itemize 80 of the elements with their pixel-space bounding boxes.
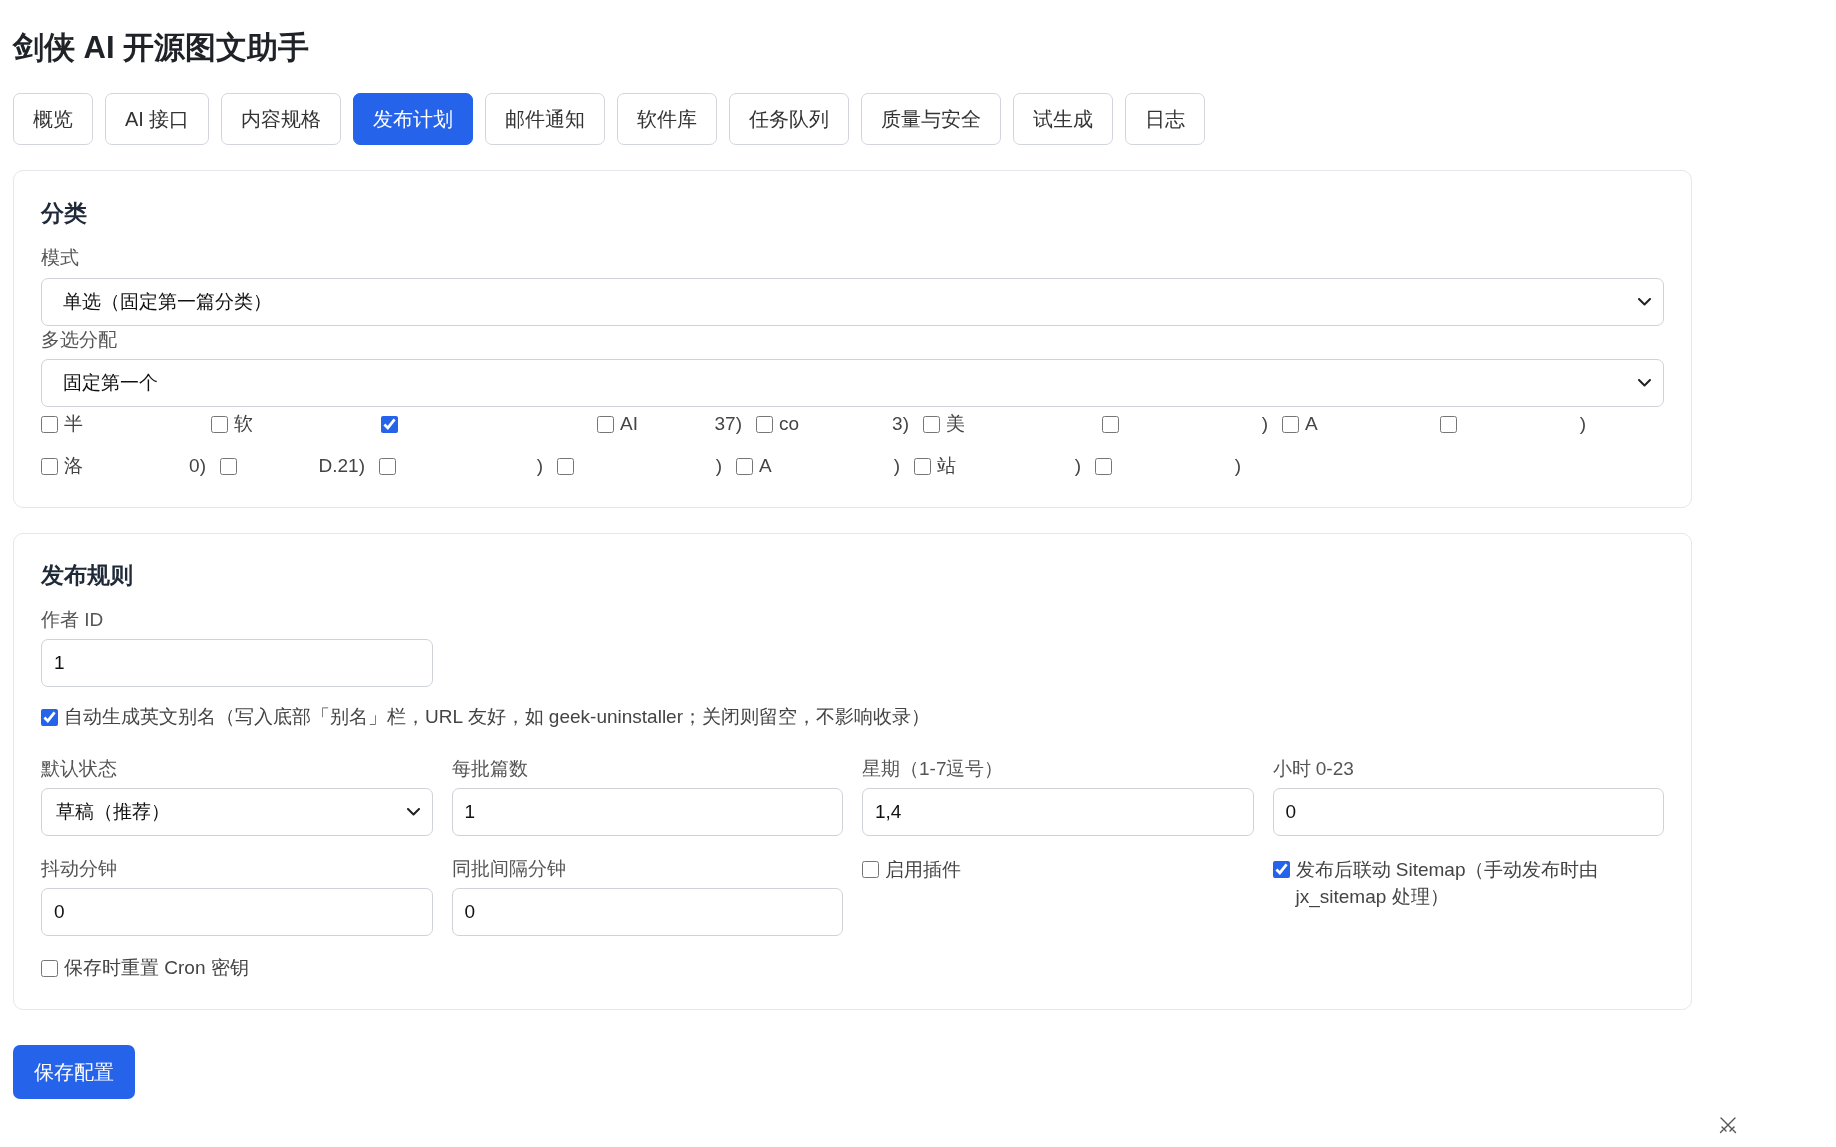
number-input[interactable]: 1 (451, 788, 843, 836)
author-id-input[interactable]: 1 (41, 639, 433, 687)
category-label: 洛 (64, 454, 83, 478)
category-label: 3) (892, 412, 909, 436)
field-label: 小时 0-23 (1272, 757, 1355, 781)
category-checkbox[interactable] (914, 457, 931, 475)
category-label: co (779, 412, 800, 436)
field-label: 星期（1-7逗号） (862, 757, 1005, 781)
number-input[interactable]: 0 (451, 888, 843, 936)
category-label: ) (1074, 454, 1081, 478)
tab[interactable]: 质量与安全 (861, 93, 1002, 145)
category-checkbox[interactable] (41, 457, 58, 475)
category-label: 站 (937, 454, 956, 478)
category-checkbox[interactable] (736, 457, 753, 475)
chevron-down-icon (406, 808, 420, 816)
field-label: 默认状态 (41, 757, 118, 781)
category-checkbox[interactable] (41, 415, 58, 433)
category-label: A (759, 454, 772, 478)
checkbox[interactable] (41, 959, 58, 977)
category-checkbox[interactable] (1440, 415, 1457, 433)
category-checkbox[interactable] (211, 415, 228, 433)
number-input[interactable]: 0 (1272, 788, 1664, 836)
category-label: AI (620, 412, 638, 436)
category-label: 37) (714, 412, 742, 436)
category-label: ) (893, 454, 900, 478)
tab[interactable]: 概览 (13, 93, 93, 145)
category-label: 软 (234, 412, 253, 436)
category-checkbox[interactable] (1102, 415, 1119, 433)
checkbox-label: 保存时重置 Cron 密钥 (64, 956, 249, 980)
field-label: 模式 (41, 246, 80, 270)
category-label: A (1305, 412, 1318, 436)
mode-select[interactable]: 单选（固定第一篇分类） (41, 278, 1664, 326)
checkbox-label: 发布后联动 Sitemap（手动发布时由 jx_sitemap 处理） (1295, 858, 1600, 910)
number-input[interactable]: 0 (41, 888, 433, 936)
category-label: ) (536, 454, 543, 478)
checkbox-label: 启用插件 (885, 858, 961, 882)
checkbox-label: 自动生成英文别名（写入底部「别名」栏，URL 友好，如 geek-uninstaller；关闭则留空，不影响收录） (64, 705, 930, 729)
section-heading: 发布规则 (41, 561, 134, 589)
crossed-swords-icon (1719, 1116, 1737, 1134)
tab[interactable]: 发布计划 (353, 93, 474, 145)
tab[interactable]: 邮件通知 (485, 93, 606, 145)
category-label: ) (1579, 412, 1586, 436)
tab[interactable]: 任务队列 (729, 93, 850, 145)
field-label: 同批间隔分钟 (451, 857, 567, 881)
category-checkbox[interactable] (557, 457, 574, 475)
category-label: 0) (189, 454, 206, 478)
status-select[interactable]: 草稿（推荐） (41, 788, 433, 836)
field-label: 抖动分钟 (41, 857, 118, 881)
category-label: ) (1261, 412, 1268, 436)
checkbox[interactable] (1272, 861, 1290, 878)
category-label: ) (715, 454, 722, 478)
category-checkbox[interactable] (597, 415, 614, 433)
save-button[interactable]: 保存配置 (13, 1045, 135, 1099)
category-checkbox[interactable] (1095, 457, 1112, 475)
category-checkbox[interactable] (1282, 415, 1299, 433)
app-title: 剑侠 AI 开源图文助手 (13, 29, 311, 67)
tab[interactable]: 试生成 (1013, 93, 1114, 145)
category-checkbox[interactable] (756, 415, 773, 433)
number-input[interactable]: 1,4 (862, 788, 1254, 836)
category-label: 美 (946, 412, 965, 436)
tab[interactable]: 日志 (1125, 93, 1206, 145)
category-checkbox[interactable] (381, 415, 398, 433)
field-label: 多选分配 (41, 328, 118, 352)
multi-assign-select[interactable]: 固定第一个 (41, 359, 1664, 407)
checkbox[interactable] (862, 861, 879, 878)
section-heading: 分类 (41, 199, 88, 227)
category-label: ) (1234, 454, 1241, 478)
chevron-down-icon (1638, 298, 1651, 306)
field-label: 作者 ID (41, 608, 105, 632)
category-label: 半 (64, 412, 83, 436)
checkbox[interactable] (41, 708, 58, 726)
category-checkbox[interactable] (220, 457, 237, 475)
category-label: D.21) (318, 454, 365, 478)
category-checkbox[interactable] (923, 415, 940, 433)
tab[interactable]: 内容规格 (221, 93, 342, 145)
category-checkbox[interactable] (379, 457, 396, 475)
tab[interactable]: 软件库 (617, 93, 718, 145)
chevron-down-icon (1638, 379, 1651, 387)
field-label: 每批篇数 (451, 757, 529, 781)
tab[interactable]: AI 接口 (105, 93, 210, 145)
